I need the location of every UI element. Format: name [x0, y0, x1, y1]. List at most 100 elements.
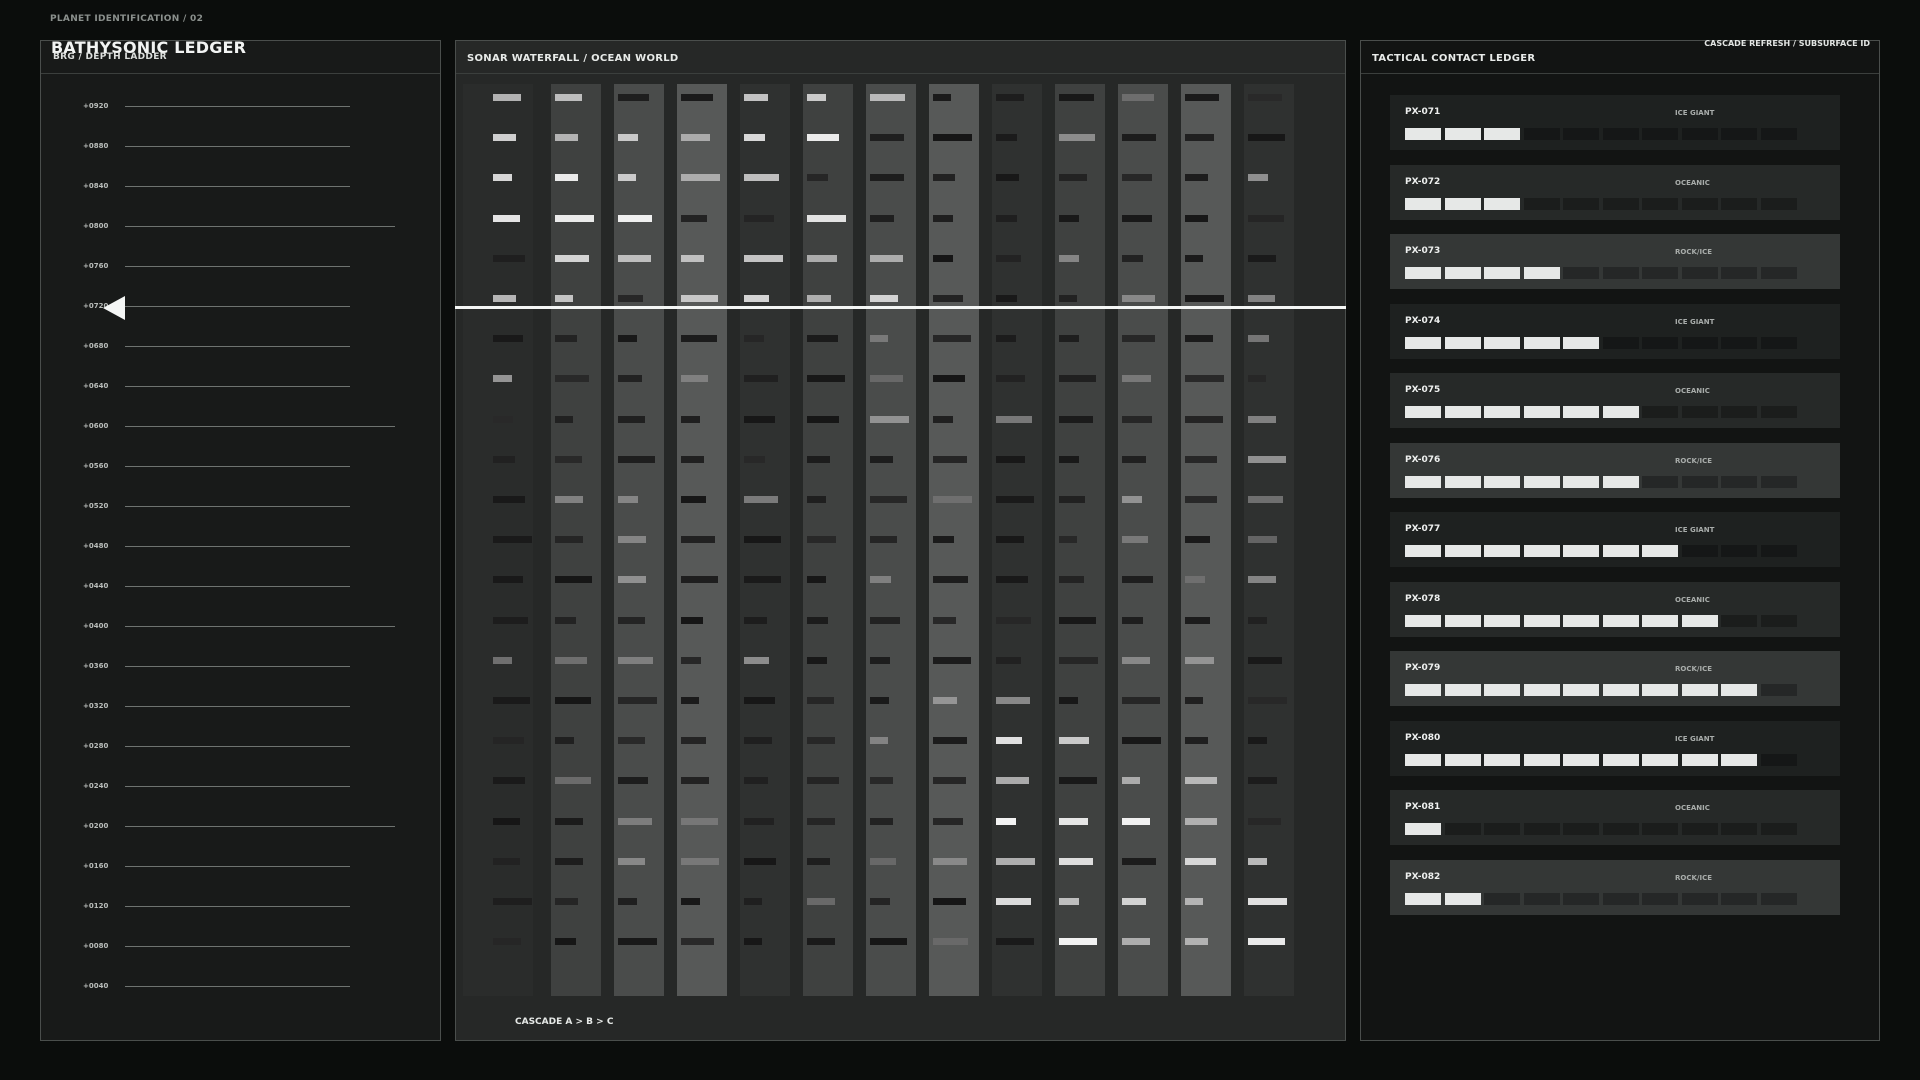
signal-segment-on — [1484, 753, 1520, 766]
waterfall-bin — [1185, 415, 1223, 423]
waterfall-bin — [807, 536, 836, 544]
signal-segment-off — [1602, 128, 1639, 140]
sonar-waterfall[interactable] — [463, 84, 1297, 996]
waterfall-cursor-line[interactable] — [455, 306, 1346, 309]
contact-row[interactable]: PX-073 ROCK/ICE — [1390, 234, 1840, 289]
signal-segment-on — [1523, 684, 1560, 696]
waterfall-bin — [493, 817, 520, 825]
waterfall-bin — [618, 94, 649, 101]
contact-row[interactable]: PX-074 ICE GIANT — [1390, 303, 1840, 359]
waterfall-bin — [618, 576, 646, 584]
waterfall-bin — [1248, 656, 1282, 664]
waterfall-bin — [493, 536, 532, 544]
contact-row[interactable]: PX-078 OCEANIC — [1390, 581, 1840, 637]
waterfall-bin — [681, 254, 704, 262]
contact-row[interactable]: PX-082 ROCK/ICE — [1390, 859, 1840, 915]
major-depth-tick — [125, 626, 395, 627]
waterfall-bin — [1122, 737, 1161, 745]
waterfall-bin — [1122, 938, 1150, 946]
depth-label: +0040 — [83, 982, 109, 990]
waterfall-bin — [493, 214, 520, 222]
contact-id: PX-074 — [1405, 315, 1441, 326]
depth-tick — [125, 546, 350, 547]
signal-segment-on — [1484, 336, 1520, 349]
depth-label: +0600 — [83, 422, 109, 430]
waterfall-bin — [1059, 174, 1087, 182]
waterfall-bin — [996, 214, 1017, 222]
waterfall-bin — [1122, 295, 1155, 302]
waterfall-bin — [807, 817, 835, 825]
signal-segment-on — [1642, 614, 1678, 627]
waterfall-bin — [1059, 254, 1079, 262]
depth-label: +0680 — [83, 342, 109, 350]
waterfall-bin — [555, 697, 591, 704]
waterfall-bin — [744, 616, 767, 624]
depth-label: +0240 — [83, 782, 109, 790]
waterfall-bin — [555, 134, 578, 142]
depth-label: +0520 — [83, 502, 109, 510]
waterfall-bin — [681, 335, 717, 343]
waterfall-bin — [555, 777, 591, 785]
waterfall-bin — [1122, 656, 1150, 664]
signal-segment-off — [1484, 823, 1520, 835]
waterfall-bin — [1059, 616, 1096, 624]
waterfall-bin — [493, 295, 516, 302]
waterfall-bin — [744, 295, 769, 302]
signal-segment-off — [1681, 545, 1718, 557]
waterfall-bin — [618, 536, 646, 544]
waterfall-bin — [807, 496, 826, 503]
waterfall-bin — [744, 375, 778, 383]
waterfall-bin — [1059, 938, 1097, 946]
contact-row[interactable]: PX-072 OCEANIC — [1390, 164, 1840, 220]
contact-row[interactable]: PX-071 ICE GIANT — [1390, 95, 1840, 150]
waterfall-bin — [807, 254, 837, 262]
waterfall-bin — [996, 455, 1025, 463]
signal-segment-on — [1444, 267, 1481, 279]
waterfall-bin — [870, 938, 907, 946]
signal-segment-on — [1484, 475, 1520, 488]
signal-segment-on — [1405, 128, 1441, 140]
depth-tick — [125, 946, 350, 947]
depth-label: +0640 — [83, 382, 109, 390]
contact-row[interactable]: PX-077 ICE GIANT — [1390, 512, 1840, 567]
waterfall-bin — [1185, 616, 1210, 624]
signal-segment-off — [1484, 892, 1520, 905]
signal-segment-off — [1681, 823, 1718, 835]
waterfall-bin — [618, 656, 653, 664]
depth-tick — [125, 346, 350, 347]
depth-row: +0640 — [41, 380, 442, 394]
contact-class: ICE GIANT — [1675, 734, 1715, 743]
panel-title: SONAR WATERFALL / OCEAN WORLD — [467, 53, 679, 64]
signal-segment-off — [1760, 197, 1797, 210]
contact-id: PX-082 — [1405, 871, 1441, 882]
depth-tick — [125, 746, 350, 747]
waterfall-bin — [1059, 777, 1097, 785]
waterfall-bin — [933, 777, 966, 785]
signal-segment-on — [1563, 475, 1599, 488]
signal-segment-on — [1563, 684, 1599, 696]
waterfall-bin — [807, 134, 839, 142]
signal-segment-on — [1721, 684, 1757, 696]
corner-label: CASCADE REFRESH / SUBSURFACE ID — [1704, 39, 1870, 48]
depth-label: +0560 — [83, 462, 109, 470]
contact-class: ICE GIANT — [1675, 317, 1715, 326]
cascade-label: CASCADE A > B > C — [515, 1017, 614, 1027]
waterfall-bin — [493, 496, 525, 503]
contact-row[interactable]: PX-079 ROCK/ICE — [1390, 651, 1840, 706]
signal-segment-on — [1721, 753, 1757, 766]
signal-segment-on — [1484, 684, 1520, 696]
depth-marker-icon[interactable] — [103, 296, 127, 320]
waterfall-bin — [1122, 817, 1150, 825]
contact-row[interactable]: PX-080 ICE GIANT — [1390, 720, 1840, 776]
contact-row[interactable]: PX-076 ROCK/ICE — [1390, 442, 1840, 498]
waterfall-bin — [1059, 335, 1079, 343]
signal-segment-off — [1760, 684, 1797, 696]
contact-row[interactable]: PX-075 OCEANIC — [1390, 373, 1840, 428]
signal-segment-off — [1760, 128, 1797, 140]
signal-segment-on — [1563, 753, 1599, 766]
waterfall-bin — [1185, 898, 1203, 905]
waterfall-bin — [1122, 214, 1152, 222]
contact-row[interactable]: PX-081 OCEANIC — [1390, 790, 1840, 845]
waterfall-bin — [933, 496, 972, 503]
depth-row: +0880 — [41, 140, 442, 154]
